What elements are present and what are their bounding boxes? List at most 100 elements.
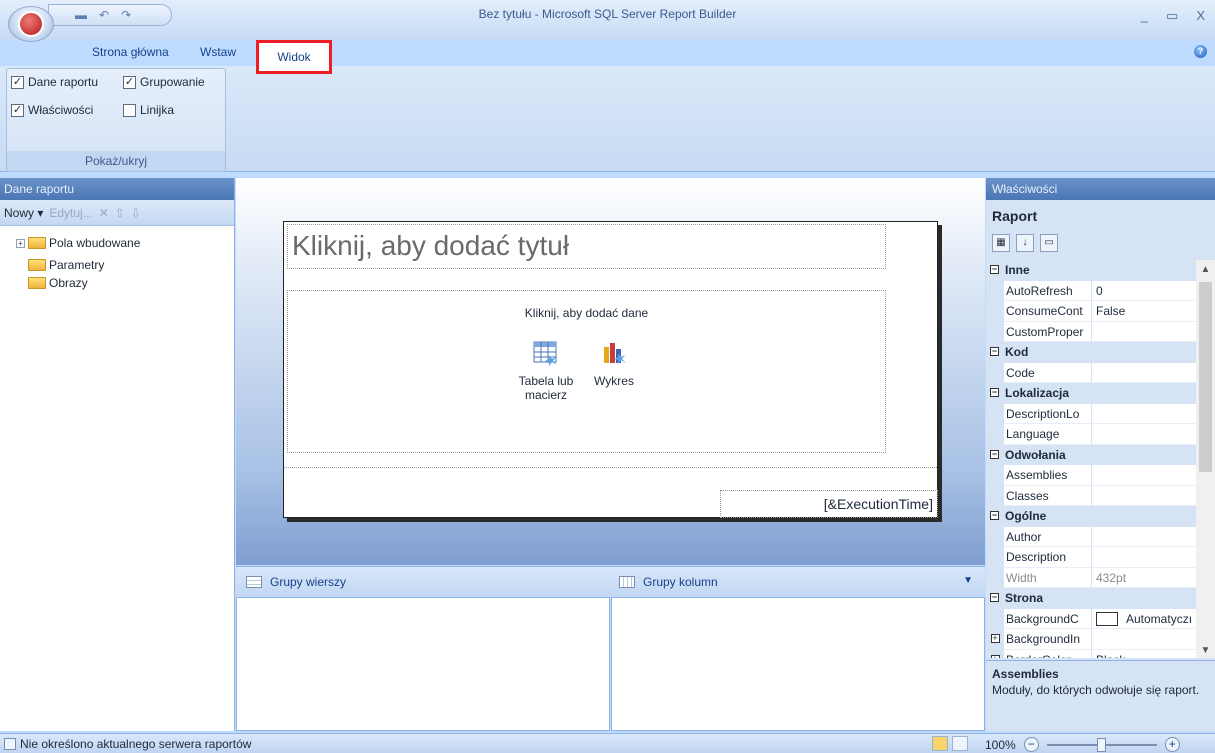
chart-tool[interactable]: Wykres bbox=[574, 339, 654, 388]
collapse-icon[interactable]: − bbox=[990, 347, 999, 356]
row-groups-pane[interactable] bbox=[236, 597, 610, 731]
property-row[interactable]: Classes bbox=[986, 485, 1196, 506]
checkbox-grouping[interactable]: ✓ Grupowanie bbox=[123, 75, 205, 89]
tab-home[interactable]: Strona główna bbox=[92, 45, 169, 59]
collapse-icon[interactable]: − bbox=[990, 265, 999, 274]
checkbox-ruler[interactable]: Linijka bbox=[123, 103, 174, 117]
property-category[interactable]: − Lokalizacja bbox=[986, 383, 1196, 404]
property-category[interactable]: − Odwołania bbox=[986, 444, 1196, 465]
grouping-bar: Grupy wierszy Grupy kolumn ▼ bbox=[236, 566, 985, 596]
collapse-icon[interactable]: − bbox=[990, 449, 999, 459]
scroll-up-icon[interactable]: ▲ bbox=[1196, 264, 1215, 275]
property-row[interactable]: ConsumeCont False bbox=[986, 301, 1196, 322]
checkbox-properties[interactable]: ✓ Właściwości bbox=[11, 103, 93, 117]
edit-button[interactable]: Edytuj... bbox=[49, 206, 92, 220]
property-value-text: False bbox=[1096, 304, 1126, 318]
report-body[interactable]: Kliknij, aby dodać dane Tabela lub macie… bbox=[287, 290, 886, 453]
row-gutter bbox=[986, 280, 1004, 301]
collapse-icon[interactable]: − bbox=[990, 593, 999, 602]
row-gutter: + bbox=[986, 649, 1004, 658]
property-name: CustomProper bbox=[1004, 321, 1092, 342]
move-down-icon[interactable]: ⇩ bbox=[131, 206, 141, 220]
property-value[interactable]: 0 bbox=[1092, 281, 1196, 301]
property-value[interactable]: Black bbox=[1092, 650, 1196, 659]
app-menu-button[interactable] bbox=[8, 6, 54, 42]
property-row[interactable]: Language bbox=[986, 424, 1196, 445]
chevron-down-icon[interactable]: ▼ bbox=[963, 575, 973, 586]
property-row[interactable]: Author bbox=[986, 526, 1196, 547]
property-value[interactable] bbox=[1092, 629, 1196, 650]
property-value[interactable] bbox=[1092, 424, 1196, 445]
property-grid-scrollbar[interactable]: ▲ ▼ bbox=[1196, 260, 1215, 658]
ribbon-body: ✓ Dane raportu ✓ Grupowanie ✓ Właściwości L… bbox=[0, 66, 1215, 172]
property-value[interactable]: 432pt bbox=[1092, 568, 1196, 588]
property-value[interactable] bbox=[1092, 465, 1196, 486]
property-category[interactable]: − Kod bbox=[986, 342, 1196, 363]
zoom-slider[interactable] bbox=[1046, 737, 1157, 752]
preview-view-icon[interactable] bbox=[952, 736, 968, 751]
column-groups-pane[interactable] bbox=[611, 597, 985, 731]
checkbox-checked-icon: ✓ bbox=[123, 75, 136, 89]
collapse-icon[interactable]: − bbox=[990, 511, 999, 520]
zoom-out-icon[interactable]: − bbox=[1023, 737, 1039, 752]
expand-icon[interactable]: + bbox=[990, 654, 1000, 658]
categorized-icon[interactable]: ▦ bbox=[992, 234, 1010, 252]
property-category[interactable]: − Inne bbox=[986, 260, 1196, 281]
status-text: Nie określono aktualnego serwera raportó… bbox=[20, 737, 252, 751]
property-row[interactable]: CustomProper bbox=[986, 321, 1196, 342]
property-row[interactable]: Width 432pt bbox=[986, 567, 1196, 588]
property-value[interactable]: Automatyczı bbox=[1092, 609, 1196, 629]
expand-icon[interactable]: + bbox=[16, 238, 25, 248]
chart-wizard-icon bbox=[604, 343, 626, 364]
zoom-in-icon[interactable]: + bbox=[1164, 737, 1180, 752]
window-title: Bez tytułu - Microsoft SQL Server Report… bbox=[478, 7, 737, 21]
new-dropdown-button[interactable]: Nowy ▾ bbox=[4, 206, 43, 220]
design-view-icon[interactable] bbox=[932, 736, 948, 751]
property-pages-icon[interactable]: ▭ bbox=[1040, 234, 1058, 252]
move-up-icon[interactable]: ⇧ bbox=[115, 206, 125, 220]
property-value[interactable]: False bbox=[1092, 301, 1196, 322]
color-swatch[interactable] bbox=[1096, 612, 1118, 627]
zoom-slider-thumb[interactable] bbox=[1096, 737, 1106, 752]
property-value[interactable] bbox=[1092, 404, 1196, 424]
property-category[interactable]: − Ogólne bbox=[986, 506, 1196, 527]
execution-time-textbox[interactable]: [&ExecutionTime] bbox=[720, 490, 938, 518]
property-category[interactable]: − Strona bbox=[986, 588, 1196, 609]
checkbox-report-data[interactable]: ✓ Dane raportu bbox=[11, 75, 98, 89]
design-surface[interactable]: Kliknij, aby dodać tytuł Kliknij, aby do… bbox=[236, 178, 985, 565]
property-row[interactable]: Code bbox=[986, 362, 1196, 383]
property-row[interactable]: + BorderColor Black bbox=[986, 649, 1196, 659]
expand-icon[interactable]: + bbox=[990, 634, 1000, 643]
report-title-textbox[interactable]: Kliknij, aby dodać tytuł bbox=[287, 224, 886, 269]
property-name: ConsumeCont bbox=[1004, 301, 1092, 322]
alphabetical-sort-icon[interactable]: ↓ bbox=[1016, 234, 1034, 252]
scroll-down-icon[interactable]: ▼ bbox=[1196, 645, 1215, 656]
property-row[interactable]: Assemblies bbox=[986, 465, 1196, 486]
property-value[interactable] bbox=[1092, 322, 1196, 342]
tree-item-parameters[interactable]: Parametry bbox=[28, 258, 104, 272]
property-row[interactable]: AutoRefresh 0 bbox=[986, 280, 1196, 301]
row-gutter bbox=[986, 301, 1004, 322]
property-value[interactable] bbox=[1092, 363, 1196, 383]
report-page[interactable]: Kliknij, aby dodać tytuł Kliknij, aby do… bbox=[283, 221, 938, 518]
delete-icon[interactable]: ✕ bbox=[99, 206, 109, 220]
collapse-icon[interactable]: − bbox=[990, 388, 999, 397]
property-row[interactable]: + BackgroundIn bbox=[986, 629, 1196, 650]
tab-view[interactable]: Widok bbox=[256, 40, 332, 74]
property-value[interactable] bbox=[1092, 547, 1196, 568]
tree-item-images[interactable]: Obrazy bbox=[28, 276, 88, 290]
property-grid[interactable]: − Inne AutoRefresh 0 ConsumeCont False CustomP… bbox=[986, 260, 1196, 658]
property-row[interactable]: DescriptionLo bbox=[986, 403, 1196, 424]
help-icon[interactable]: ? bbox=[1194, 45, 1207, 58]
property-value[interactable] bbox=[1092, 527, 1196, 547]
property-row[interactable]: Description bbox=[986, 547, 1196, 568]
property-row[interactable]: BackgroundC Automatyczı bbox=[986, 608, 1196, 629]
tab-insert[interactable]: Wstaw bbox=[200, 45, 236, 59]
property-value[interactable] bbox=[1092, 486, 1196, 506]
minimize-button[interactable]: _ bbox=[1141, 8, 1148, 24]
scrollbar-thumb[interactable] bbox=[1199, 282, 1212, 472]
property-name: BackgroundIn bbox=[1004, 629, 1092, 650]
tree-item-builtin-fields[interactable]: + Pola wbudowane bbox=[16, 236, 140, 250]
close-button[interactable]: X bbox=[1196, 8, 1205, 24]
maximize-button[interactable]: ▭ bbox=[1166, 8, 1178, 24]
